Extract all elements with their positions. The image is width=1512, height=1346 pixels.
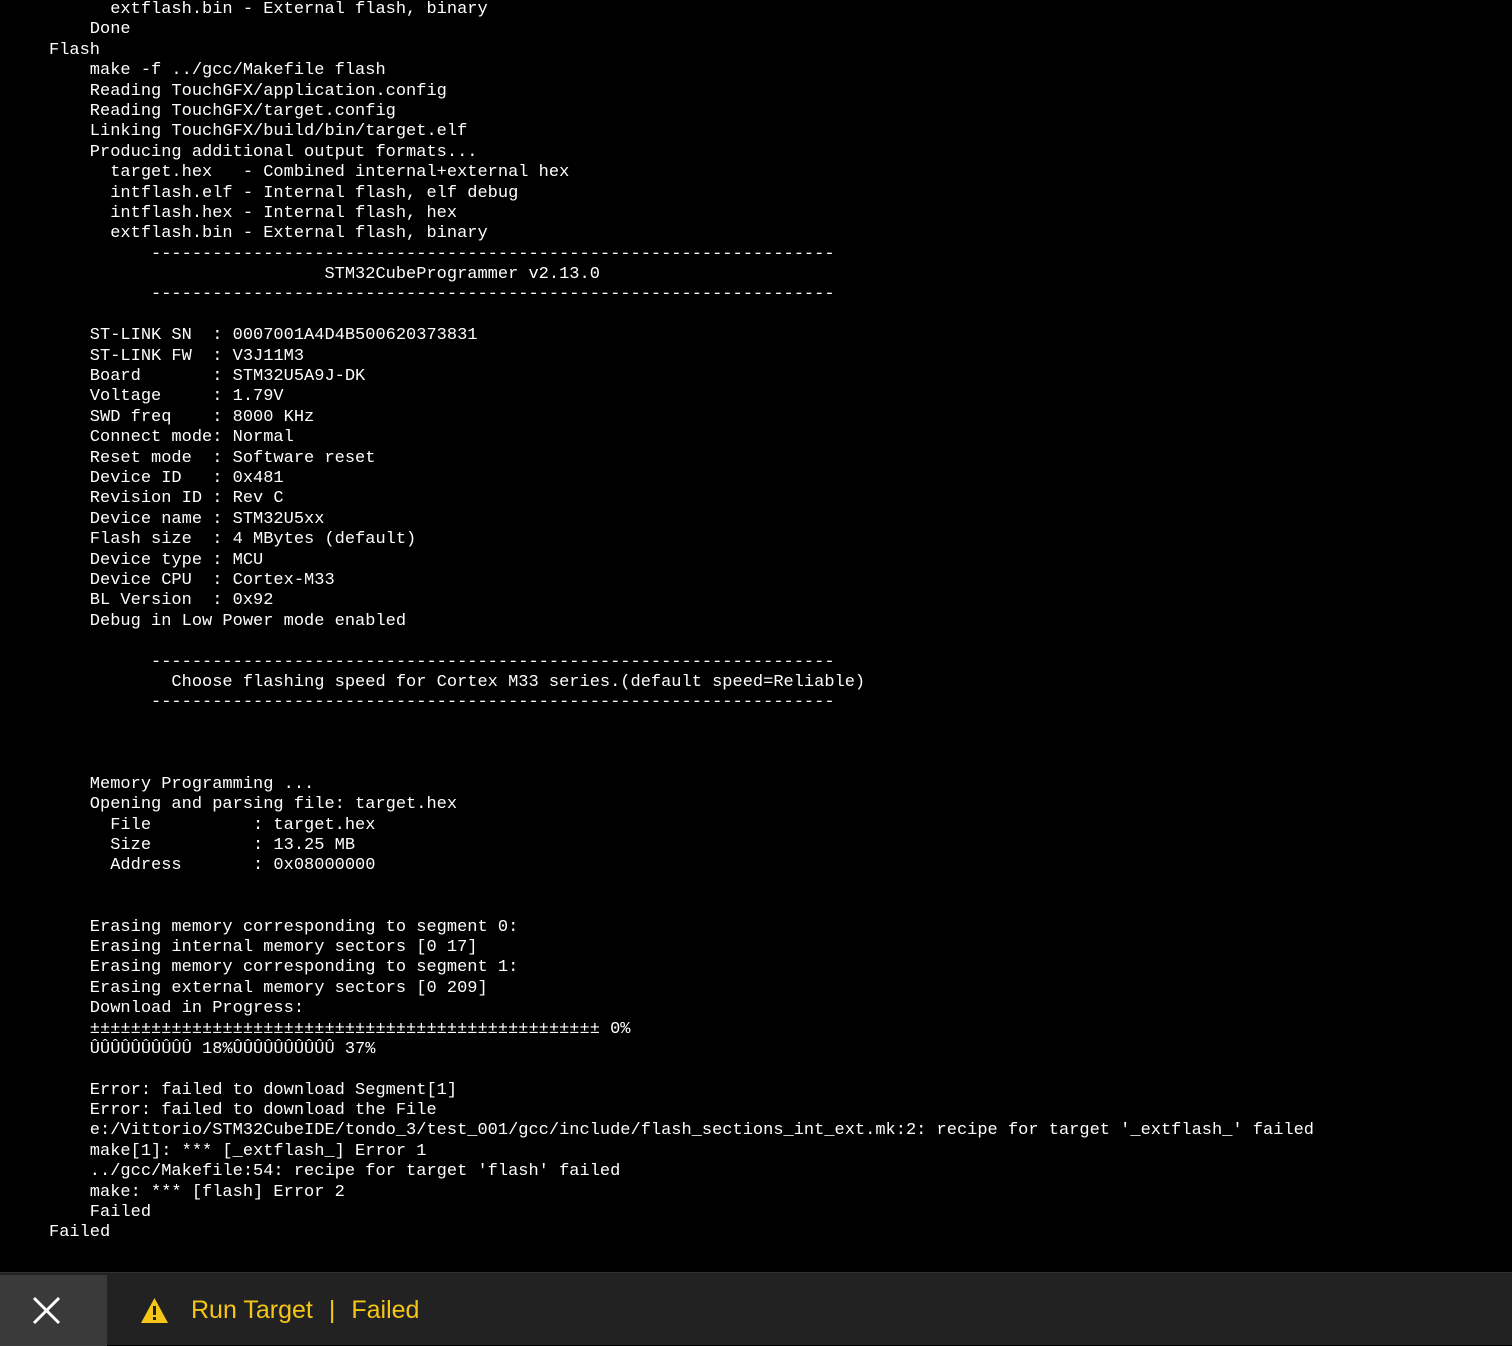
console-line: Reading TouchGFX/target.config [49,101,396,121]
console-line: SWD freq : 8000 KHz [49,407,315,427]
console-line: Device CPU : Cortex-M33 [49,570,335,590]
console-line: Reset mode : Software reset [49,448,376,468]
console-line: Flash size : 4 MBytes (default) [49,530,417,550]
console-line: Erasing memory corresponding to segment … [49,917,519,937]
task-label: Run Target [191,1296,313,1324]
task-status: Run Target | Failed [140,1275,419,1346]
console-line: Size : 13.25 MB [49,836,356,856]
console-line: Linking TouchGFX/build/bin/target.elf [49,122,468,142]
console-line: ../gcc/Makefile:54: recipe for target 'f… [49,1162,621,1182]
console-line: File : target.hex [49,815,376,835]
console-line: target.hex - Combined internal+external … [49,163,570,183]
console-line: Flash [49,40,101,60]
console-line: Erasing internal memory sectors [0 17] [49,937,478,957]
console-line: Choose flashing speed for Cortex M33 ser… [49,672,866,692]
console-line: extflash.bin - External flash, binary [49,0,488,19]
console-line: Erasing memory corresponding to segment … [49,958,519,978]
console-line: ±±±±±±±±±±±±±±±±±±±±±±±±±±±±±±±±±±±±±±±±… [49,1019,631,1039]
console-line: ----------------------------------------… [49,693,835,713]
console-line: Failed [49,1223,111,1243]
status-bar: Run Target | Failed [0,1272,1512,1346]
console-line: extflash.bin - External flash, binary [49,224,488,244]
console-line: Device type : MCU [49,550,264,570]
console-line: Memory Programming ... [49,774,315,794]
console-line: ST-LINK SN : 0007001A4D4B500620373831 [49,326,478,346]
console-line: ST-LINK FW : V3J11M3 [49,346,305,366]
console-line: Error: failed to download Segment[1] [49,1080,458,1100]
console-line: Revision ID : Rev C [49,489,284,509]
console-line: intflash.hex - Internal flash, hex [49,203,458,223]
close-button[interactable] [0,1275,107,1346]
console-output[interactable]: extflash.bin - External flash, binary Do… [0,0,1512,1272]
console-line: ----------------------------------------… [49,244,835,264]
console-line: e:/Vittorio/STM32CubeIDE/tondo_3/test_00… [49,1121,1315,1141]
console-line: Producing additional output formats... [49,142,478,162]
console-line: Error: failed to download the File [49,1101,437,1121]
close-icon [32,1296,61,1325]
console-line: Erasing external memory sectors [0 209] [49,978,488,998]
console-line: STM32CubeProgrammer v2.13.0 [49,265,600,285]
console-line: Debug in Low Power mode enabled [49,611,407,631]
console-line: Address : 0x08000000 [49,856,376,876]
console-line: make: *** [flash] Error 2 [49,1182,345,1202]
console-lines: extflash.bin - External flash, binary Do… [49,0,1314,1244]
status-separator: | [328,1296,336,1324]
console-line: Device ID : 0x481 [49,468,284,488]
console-line: Reading TouchGFX/application.config [49,81,447,101]
console-line: intflash.elf - Internal flash, elf debug [49,183,519,203]
console-line: Download in Progress: [49,999,305,1019]
console-line: Failed [49,1203,152,1223]
console-line: ÛÛÛÛÛÛÛÛÛÛ 18%ÛÛÛÛÛÛÛÛÛÛ 37% [49,1039,376,1059]
console-line: BL Version : 0x92 [49,591,274,611]
console-line: Done [49,20,131,40]
console-line: ----------------------------------------… [49,652,835,672]
console-line: Connect mode: Normal [49,428,294,448]
console-line: Device name : STM32U5xx [49,509,325,529]
console-line: ----------------------------------------… [49,285,835,305]
console-line: make[1]: *** [_extflash_] Error 1 [49,1141,427,1161]
console-line: Voltage : 1.79V [49,387,284,407]
task-result-label: Failed [351,1296,420,1324]
warning-icon [141,1298,168,1323]
console-line: Board : STM32U5A9J-DK [49,367,366,387]
console-line: make -f ../gcc/Makefile flash [49,61,386,81]
console-line: Opening and parsing file: target.hex [49,795,458,815]
